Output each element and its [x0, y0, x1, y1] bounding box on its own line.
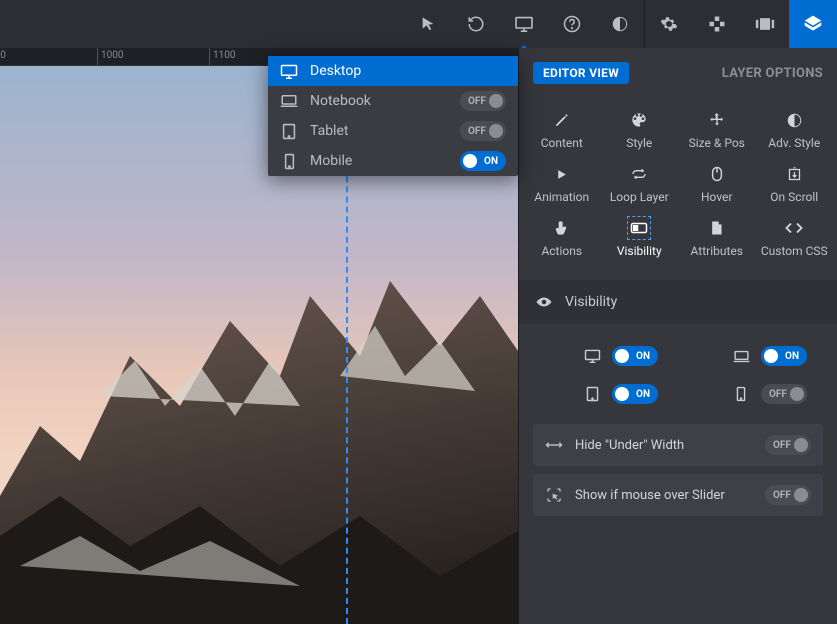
option-visibility[interactable]: Visibility [601, 212, 679, 266]
cursor-tool[interactable] [404, 0, 452, 48]
tablet-icon [582, 386, 602, 402]
notebook-icon [731, 350, 751, 363]
dropdown-item-mobile[interactable]: Mobile ON [268, 146, 518, 176]
visibility-tablet-toggle[interactable]: ON [612, 384, 658, 404]
dropdown-item-label: Mobile [310, 153, 448, 169]
option-custom-css[interactable]: Custom CSS [756, 212, 834, 266]
visibility-section-header[interactable]: Visibility [519, 280, 837, 324]
undo-icon [467, 15, 485, 33]
option-style[interactable]: Style [601, 104, 679, 158]
desktop-icon [582, 349, 602, 363]
dropdown-item-desktop[interactable]: Desktop [268, 56, 518, 86]
tap-icon [552, 218, 572, 238]
panel-header: EDITOR VIEW LAYER OPTIONS [519, 48, 837, 98]
option-attributes[interactable]: Attributes [678, 212, 756, 266]
option-hover[interactable]: Hover [678, 158, 756, 212]
contrast-tool[interactable] [596, 0, 644, 48]
palette-icon [629, 110, 649, 130]
hide-under-width-toggle[interactable]: OFF [765, 435, 811, 455]
desktop-icon [280, 62, 298, 80]
device-dropdown: Desktop Notebook OFF Tablet OFF Mobile O… [268, 56, 518, 176]
dropdown-item-notebook[interactable]: Notebook OFF [268, 86, 518, 116]
top-toolbar [0, 0, 837, 48]
visibility-icon [629, 218, 649, 238]
visibility-notebook-toggle[interactable]: ON [761, 346, 807, 366]
cursor-icon [420, 16, 436, 32]
desktop-icon [514, 16, 534, 32]
option-animation[interactable]: Animation [523, 158, 601, 212]
move-icon [707, 110, 727, 130]
half-circle-icon [612, 16, 628, 32]
layer-options-label[interactable]: LAYER OPTIONS [722, 66, 823, 81]
tablet-icon [280, 122, 298, 140]
half-circle-icon [784, 110, 804, 130]
ruler-tick-label: 1100 [213, 50, 235, 61]
layers-tab[interactable] [789, 0, 837, 48]
mobile-icon [280, 152, 298, 170]
scroll-icon [784, 164, 804, 184]
mobile-toggle[interactable]: ON [460, 151, 506, 171]
notebook-toggle[interactable]: OFF [460, 91, 506, 111]
visibility-mobile-toggle[interactable]: OFF [761, 384, 807, 404]
ruler-tick-label: 900 [0, 50, 6, 61]
eye-icon [535, 296, 553, 308]
visibility-settings: Hide "Under" Width OFF Show if mouse ove… [519, 414, 837, 526]
option-content[interactable]: Content [523, 104, 601, 158]
option-size-pos[interactable]: Size & Pos [678, 104, 756, 158]
help-tool[interactable] [548, 0, 596, 48]
tablet-toggle[interactable]: OFF [460, 121, 506, 141]
loop-icon [629, 164, 649, 184]
dropdown-item-label: Tablet [310, 123, 448, 139]
width-icon [545, 439, 563, 451]
layer-options-grid: Content Style Size & Pos Adv. Style Anim… [519, 98, 837, 280]
visibility-device-toggles: ON ON ON OFF [519, 324, 837, 414]
undo-tool[interactable] [452, 0, 500, 48]
show-mouse-over-toggle[interactable]: OFF [765, 485, 811, 505]
mouse-icon [707, 164, 727, 184]
dpad-icon [708, 15, 726, 33]
notebook-icon [280, 92, 298, 110]
file-icon [707, 218, 727, 238]
visibility-desktop-toggle[interactable]: ON [612, 346, 658, 366]
slides-tab[interactable] [741, 0, 789, 48]
dropdown-item-tablet[interactable]: Tablet OFF [268, 116, 518, 146]
navigation-tab[interactable] [693, 0, 741, 48]
dropdown-item-label: Desktop [310, 63, 506, 79]
option-actions[interactable]: Actions [523, 212, 601, 266]
editor-view-badge[interactable]: EDITOR VIEW [533, 62, 629, 84]
section-title: Visibility [565, 294, 617, 310]
setting-hide-under-width[interactable]: Hide "Under" Width OFF [533, 424, 823, 466]
help-icon [563, 15, 581, 33]
setting-show-mouse-over[interactable]: Show if mouse over Slider OFF [533, 474, 823, 516]
pencil-icon [552, 110, 572, 130]
layers-icon [803, 14, 823, 34]
settings-tab[interactable] [645, 0, 693, 48]
ruler-tick-label: 1000 [101, 50, 123, 61]
slides-icon [755, 16, 775, 32]
cursor-box-icon [545, 487, 563, 503]
gear-icon [660, 15, 678, 33]
option-loop-layer[interactable]: Loop Layer [601, 158, 679, 212]
option-on-scroll[interactable]: On Scroll [756, 158, 834, 212]
device-tool[interactable] [500, 0, 548, 48]
right-panel: EDITOR VIEW LAYER OPTIONS Content Style … [518, 48, 837, 624]
play-icon [552, 164, 572, 184]
option-adv-style[interactable]: Adv. Style [756, 104, 834, 158]
dropdown-item-label: Notebook [310, 93, 448, 109]
code-icon [784, 218, 804, 238]
mobile-icon [731, 386, 751, 402]
